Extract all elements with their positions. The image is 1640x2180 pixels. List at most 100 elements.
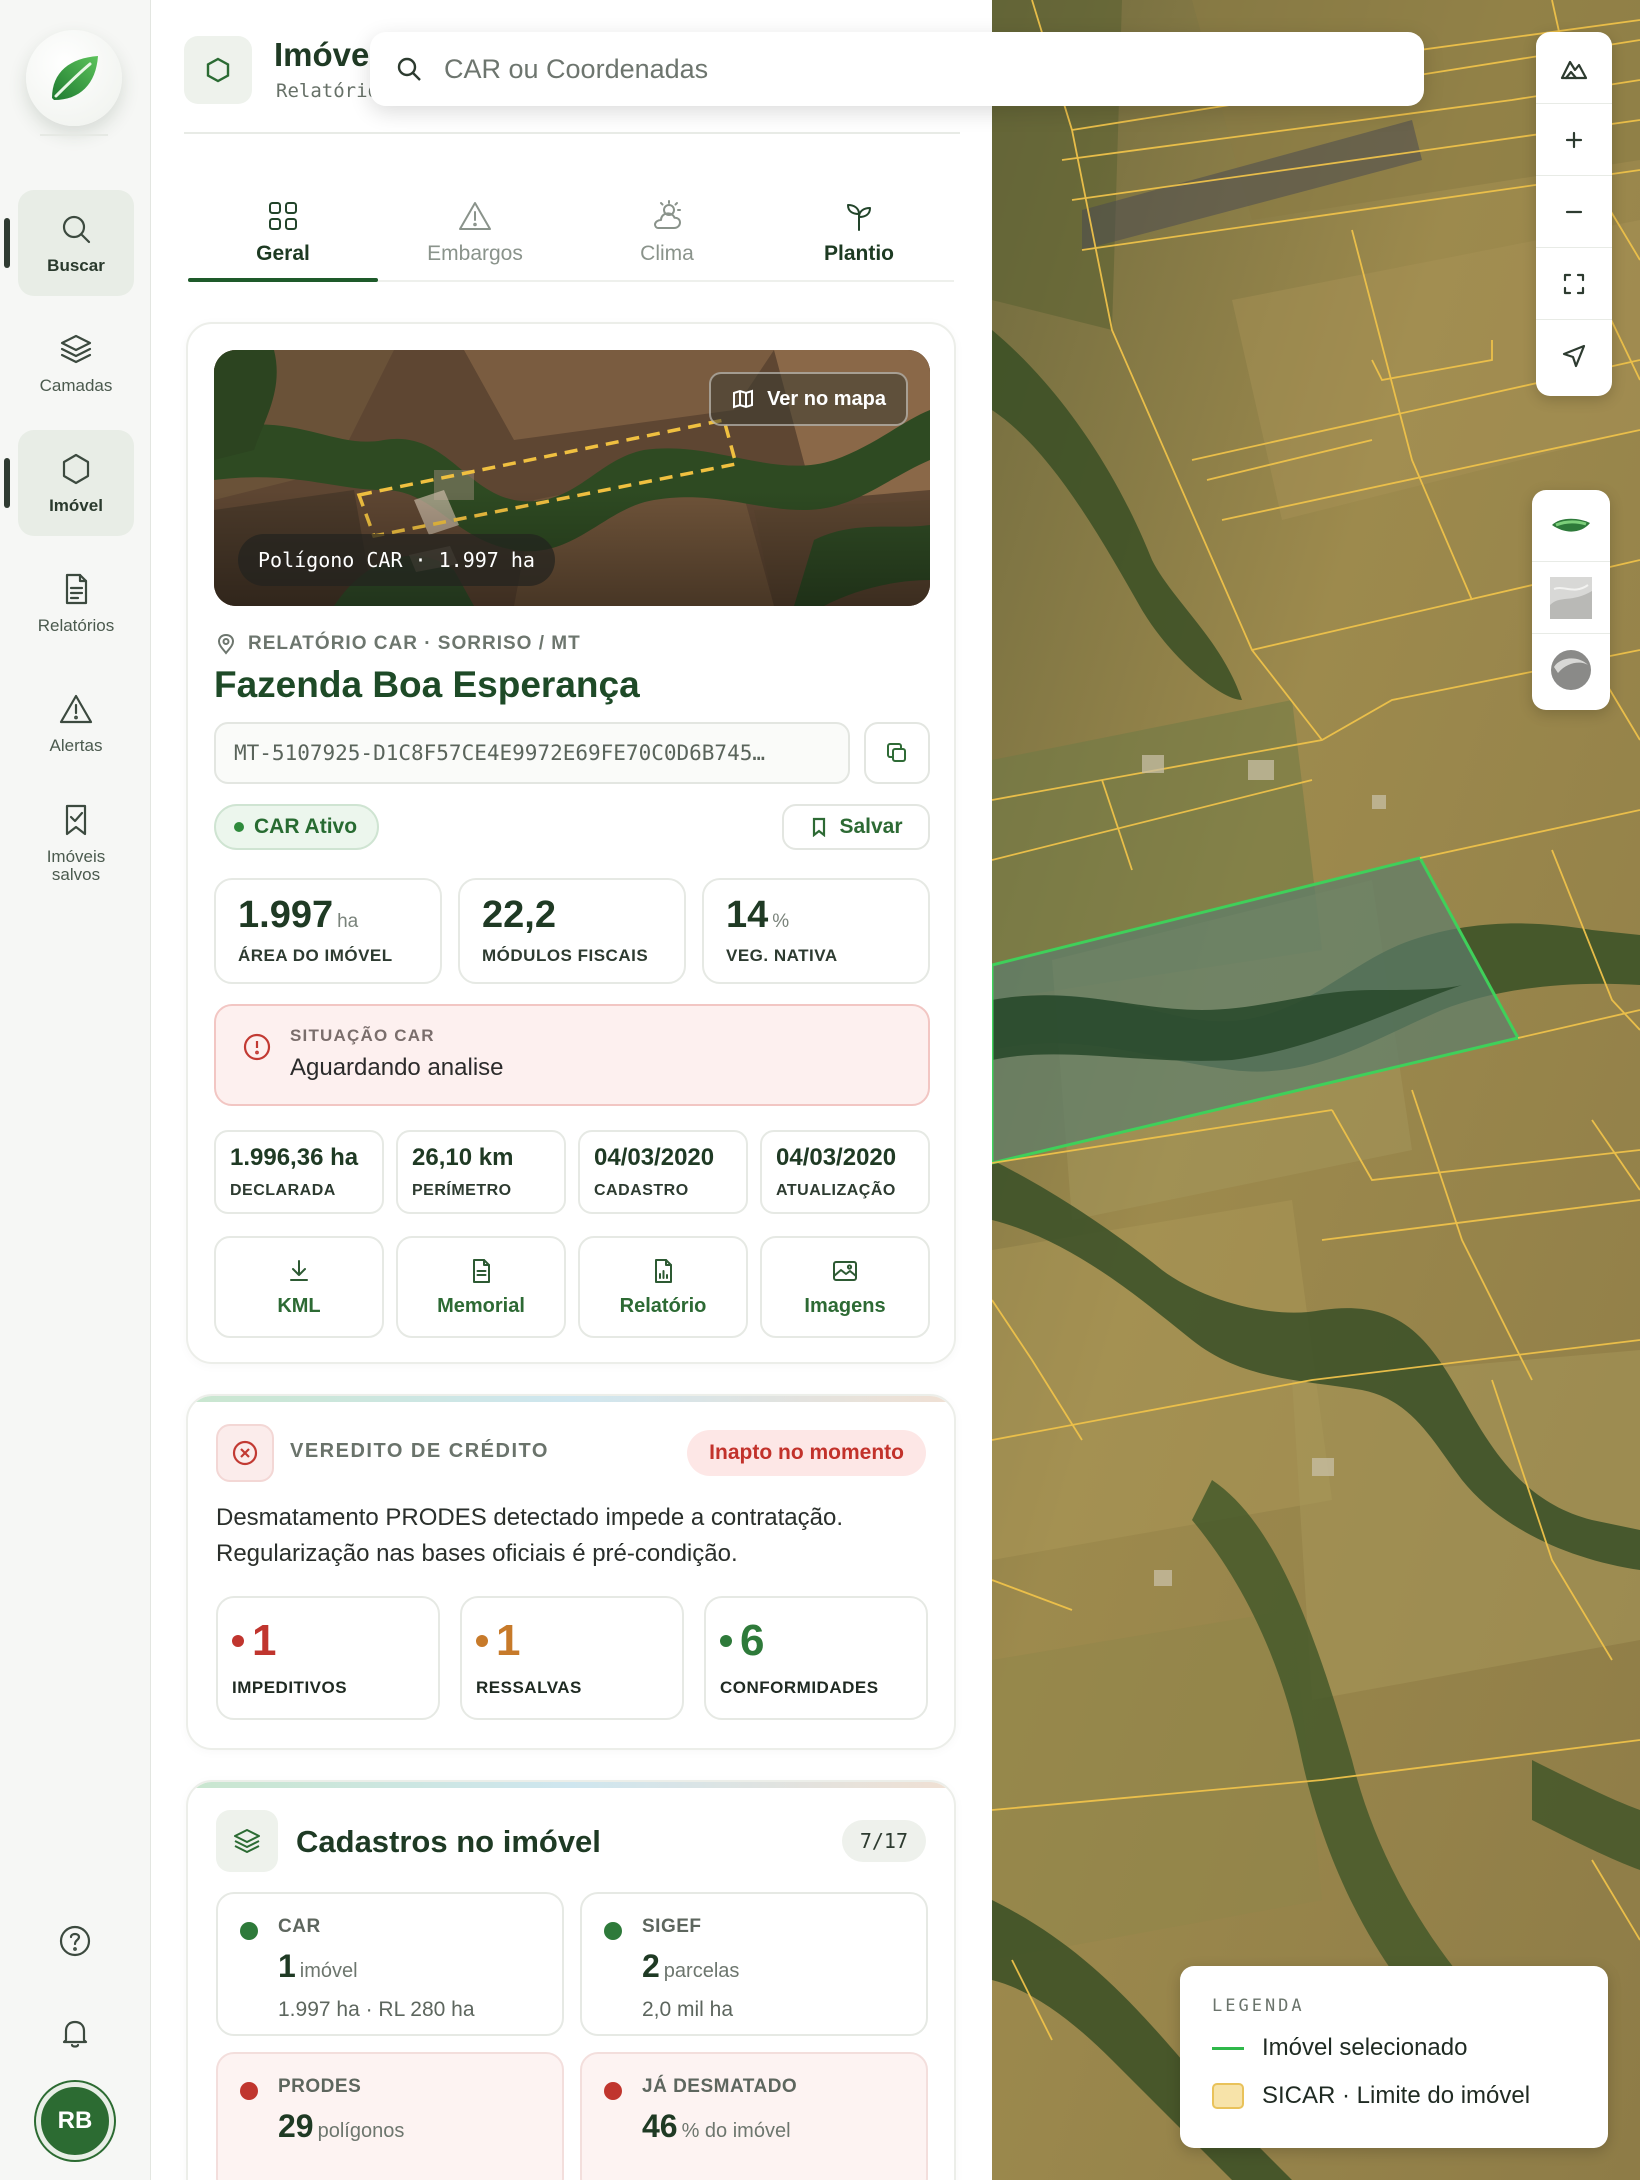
active-marker-imovel [4, 458, 10, 508]
tab-bar: Geral Embargos Clima Plantio [188, 182, 954, 282]
registry-sigef[interactable]: SIGEF 2 parcelas 2,0 mil ha [580, 1892, 928, 2036]
card-accent-bar [188, 1782, 954, 1788]
detail-cadastro: 04/03/2020 CADASTRO [578, 1130, 748, 1214]
document-icon [65, 573, 88, 605]
view-on-map-label: Ver no mapa [767, 387, 886, 410]
kml-button[interactable]: KML [214, 1236, 384, 1338]
sprout-icon [847, 204, 871, 231]
page-title: Imóvel [274, 36, 379, 73]
help-button[interactable] [50, 1916, 100, 1966]
count-ressalvas[interactable]: 1 RESSALVAS [460, 1596, 684, 1720]
search-bar [370, 32, 1424, 106]
aerial-thumbnail[interactable]: Ver no mapa Polígono CAR · 1.997 ha [214, 350, 930, 606]
detail-value: 26,10 km [412, 1144, 514, 1171]
locate-button[interactable] [1536, 320, 1612, 392]
basemap-option-brand[interactable] [1532, 490, 1610, 562]
locate-icon [1562, 344, 1586, 368]
terrain-button[interactable] [1536, 32, 1612, 104]
rail-item-label: Alertas [49, 736, 103, 755]
save-button[interactable]: Salvar [782, 804, 930, 850]
hexagon-icon [206, 57, 230, 83]
tab-embargos[interactable]: Embargos [380, 182, 570, 282]
alert-circle-icon [243, 1033, 271, 1061]
fullscreen-button[interactable] [1536, 248, 1612, 320]
rail-item-label: Imóveis salvos [46, 847, 106, 884]
action-label: Imagens [804, 1294, 886, 1317]
weather-icon [654, 200, 681, 229]
user-avatar[interactable]: RB [36, 2082, 114, 2160]
search-input[interactable] [444, 32, 1404, 106]
stat-vegetacao: 14% VEG. NATIVA [702, 878, 930, 984]
save-label: Salvar [839, 815, 903, 838]
count-impeditivos[interactable]: 1 IMPEDITIVOS [216, 1596, 440, 1720]
detail-label: DECLARADA [230, 1182, 336, 1199]
legend-fill-swatch [1212, 2083, 1244, 2109]
tab-label: Geral [256, 242, 310, 265]
copy-code-button[interactable] [864, 722, 930, 784]
rail-item-imoveis-salvos[interactable]: Imóveis salvos [18, 790, 134, 896]
rail-item-imovel[interactable]: Imóvel [18, 430, 134, 536]
layers-icon [60, 334, 92, 364]
registry-prodes[interactable]: PRODES 29 polígonos [216, 2052, 564, 2180]
action-label: Memorial [437, 1294, 525, 1317]
basemap-option-dark[interactable] [1532, 634, 1610, 706]
status-badge: CAR Ativo [214, 804, 380, 850]
brand-map-icon [1552, 518, 1590, 532]
action-label: KML [277, 1294, 321, 1317]
count-dot [476, 1635, 488, 1647]
car-code-field[interactable]: MT-5107925-D1C8F57CE4E9972E69FE70C0D6B74… [214, 722, 850, 784]
tab-geral[interactable]: Geral [188, 182, 378, 282]
registry-car[interactable]: CAR 1 imóvel 1.997 ha · RL 280 ha [216, 1892, 564, 2036]
verdict-text: Desmatamento PRODES detectado impede a c… [216, 1504, 843, 1567]
property-card: Ver no mapa Polígono CAR · 1.997 ha RELA… [186, 322, 956, 1364]
count-conformidades[interactable]: 6 CONFORMIDADES [704, 1596, 928, 1720]
detail-value: 1.996,36 ha [230, 1144, 359, 1171]
situation-label: SITUAÇÃO CAR [290, 1026, 435, 1045]
property-name: Fazenda Boa Esperança [214, 664, 640, 705]
relatorio-button[interactable]: Relatório [578, 1236, 748, 1338]
bookmark-icon [65, 804, 87, 836]
rail-item-relatorios[interactable]: Relatórios [18, 550, 134, 656]
location-text: RELATÓRIO CAR · SORRISO / MT [248, 633, 581, 654]
notifications-button[interactable] [50, 2008, 100, 2058]
detail-value: 04/03/2020 [776, 1144, 897, 1171]
tab-plantio[interactable]: Plantio [764, 182, 954, 282]
terrain-icon [1560, 60, 1588, 79]
count-label: RESSALVAS [476, 1678, 582, 1697]
count-value: 1 [476, 1616, 520, 1666]
download-icon [290, 1259, 308, 1281]
app-logo[interactable] [26, 30, 122, 126]
tab-clima[interactable]: Clima [572, 182, 762, 282]
rail-item-label: Buscar [47, 256, 105, 275]
view-on-map-button[interactable]: Ver no mapa [709, 372, 908, 426]
rail-item-alertas[interactable]: Alertas [18, 670, 134, 776]
verdict-badge: Inapto no momento [687, 1430, 926, 1476]
image-icon [833, 1260, 857, 1281]
terrain-map-icon [1550, 576, 1592, 619]
map-legend: LEGENDA Imóvel selecionado SICAR · Limit… [1180, 1966, 1608, 2148]
verdict-label: VEREDITO DE CRÉDITO [290, 1440, 549, 1462]
detail-label: ATUALIZAÇÃO [776, 1182, 896, 1199]
registry-value: 29 polígonos [278, 2108, 405, 2144]
zoom-in-button[interactable] [1536, 104, 1612, 176]
car-situation-alert: SITUAÇÃO CAR Aguardando analise [214, 1004, 930, 1106]
imagens-button[interactable]: Imagens [760, 1236, 930, 1338]
leaf-icon [52, 56, 98, 100]
location-row: RELATÓRIO CAR · SORRISO / MT [214, 632, 581, 656]
header-icon [184, 36, 252, 104]
pin-icon [217, 633, 235, 655]
detail-perimetro: 26,10 km PERÍMETRO [396, 1130, 566, 1214]
stat-area: 1.997 ha ÁREA DO IMÓVEL [214, 878, 442, 984]
registry-key: JÁ DESMATADO [642, 2076, 798, 2097]
rail-item-buscar[interactable]: Buscar [18, 190, 134, 296]
registry-ja-desmatado[interactable]: JÁ DESMATADO 46% do imóvel [580, 2052, 928, 2180]
count-label: CONFORMIDADES [720, 1678, 879, 1697]
basemap-option-terrain[interactable] [1532, 562, 1610, 634]
memorial-button[interactable]: Memorial [396, 1236, 566, 1338]
status-text: CAR Ativo [254, 815, 358, 838]
detail-atualizacao: 04/03/2020 ATUALIZAÇÃO [760, 1130, 930, 1214]
zoom-out-button[interactable] [1536, 176, 1612, 248]
registries-icon-box [216, 1810, 278, 1872]
legend-title: LEGENDA [1212, 1996, 1305, 2016]
rail-item-camadas[interactable]: Camadas [18, 310, 134, 416]
